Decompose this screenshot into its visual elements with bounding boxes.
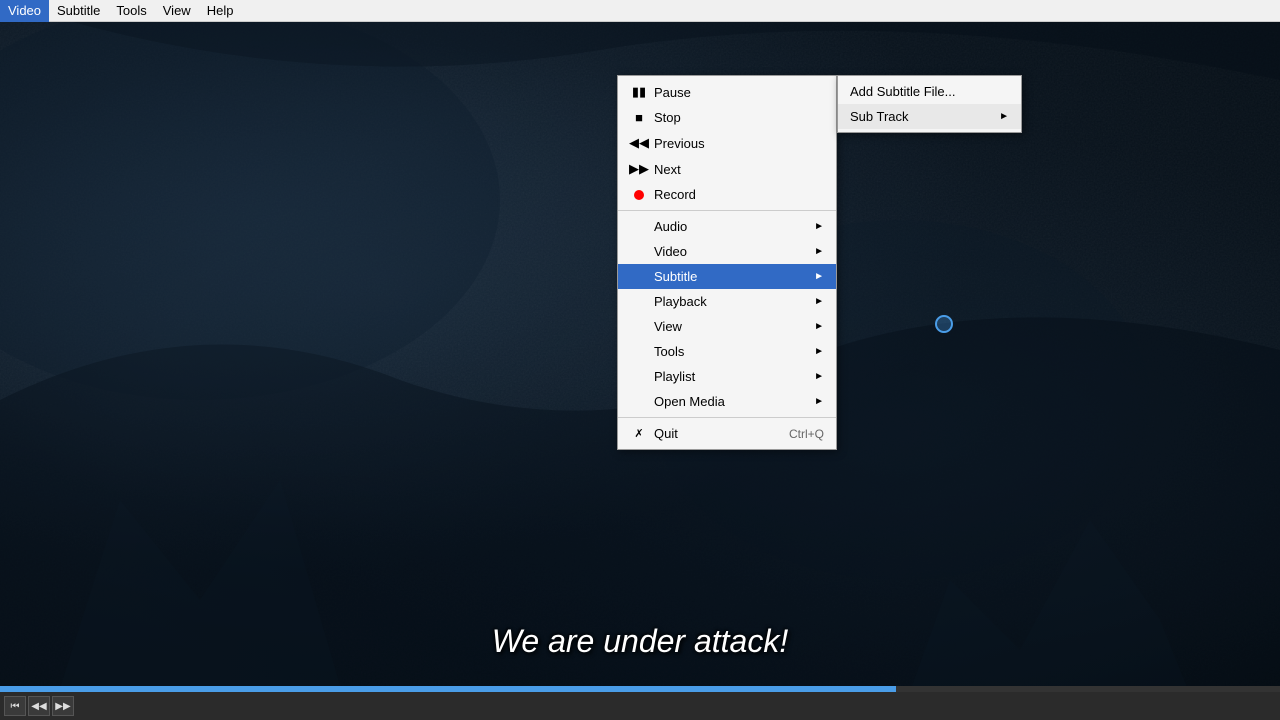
separator-1 — [618, 210, 836, 211]
previous-icon: ◀◀ — [628, 135, 650, 151]
record-icon — [628, 190, 650, 200]
quit-icon: ✗ — [628, 427, 650, 440]
ctx-open-media[interactable]: Open Media ► — [618, 389, 836, 414]
pause-icon: ▮▮ — [628, 84, 650, 100]
menu-subtitle[interactable]: Subtitle — [49, 0, 108, 22]
ctx-pause[interactable]: ▮▮ Pause — [618, 79, 836, 105]
audio-arrow: ► — [814, 221, 824, 232]
ctx-record[interactable]: Record — [618, 182, 836, 207]
ctx-next[interactable]: ▶▶ Next — [618, 156, 836, 182]
menu-tools[interactable]: Tools — [108, 0, 154, 22]
ctx-playlist[interactable]: Playlist ► — [618, 364, 836, 389]
sub-track[interactable]: Sub Track ► — [838, 104, 1021, 129]
ctx-audio[interactable]: Audio ► — [618, 214, 836, 239]
ctx-previous[interactable]: ◀◀ Previous — [618, 130, 836, 156]
subtitle-arrow: ► — [814, 271, 824, 282]
menubar: Video Subtitle Tools View Help — [0, 0, 1280, 22]
menu-view[interactable]: View — [155, 0, 199, 22]
quit-shortcut: Ctrl+Q — [789, 427, 824, 441]
ctx-playback[interactable]: Playback ► — [618, 289, 836, 314]
ctx-stop[interactable]: ■ Stop — [618, 105, 836, 130]
subtitle-submenu: Add Subtitle File... Sub Track ► — [837, 75, 1022, 133]
subtitle-display: We are under attack! — [492, 623, 788, 660]
bottom-controls: ⏮ ◀◀ ▶▶ — [0, 692, 1280, 720]
ctx-video[interactable]: Video ► — [618, 239, 836, 264]
tools-arrow: ► — [814, 346, 824, 357]
view-arrow: ► — [814, 321, 824, 332]
menu-video[interactable]: Video — [0, 0, 49, 22]
btn-forward[interactable]: ▶▶ — [52, 696, 74, 716]
sub-track-arrow: ► — [999, 111, 1009, 122]
ctx-view[interactable]: View ► — [618, 314, 836, 339]
video-arrow: ► — [814, 246, 824, 257]
separator-2 — [618, 417, 836, 418]
stop-icon: ■ — [628, 110, 650, 125]
menu-help[interactable]: Help — [199, 0, 242, 22]
ctx-quit[interactable]: ✗ Quit Ctrl+Q — [618, 421, 836, 446]
ctx-tools[interactable]: Tools ► — [618, 339, 836, 364]
sub-add-subtitle[interactable]: Add Subtitle File... — [838, 79, 1021, 104]
playlist-arrow: ► — [814, 371, 824, 382]
btn-prev-track[interactable]: ⏮ — [4, 696, 26, 716]
playback-arrow: ► — [814, 296, 824, 307]
next-icon: ▶▶ — [628, 161, 650, 177]
context-menu: ▮▮ Pause ■ Stop ◀◀ Previous ▶▶ Next Reco… — [617, 75, 837, 450]
ctx-subtitle[interactable]: Subtitle ► — [618, 264, 836, 289]
btn-rewind[interactable]: ◀◀ — [28, 696, 50, 716]
open-media-arrow: ► — [814, 396, 824, 407]
